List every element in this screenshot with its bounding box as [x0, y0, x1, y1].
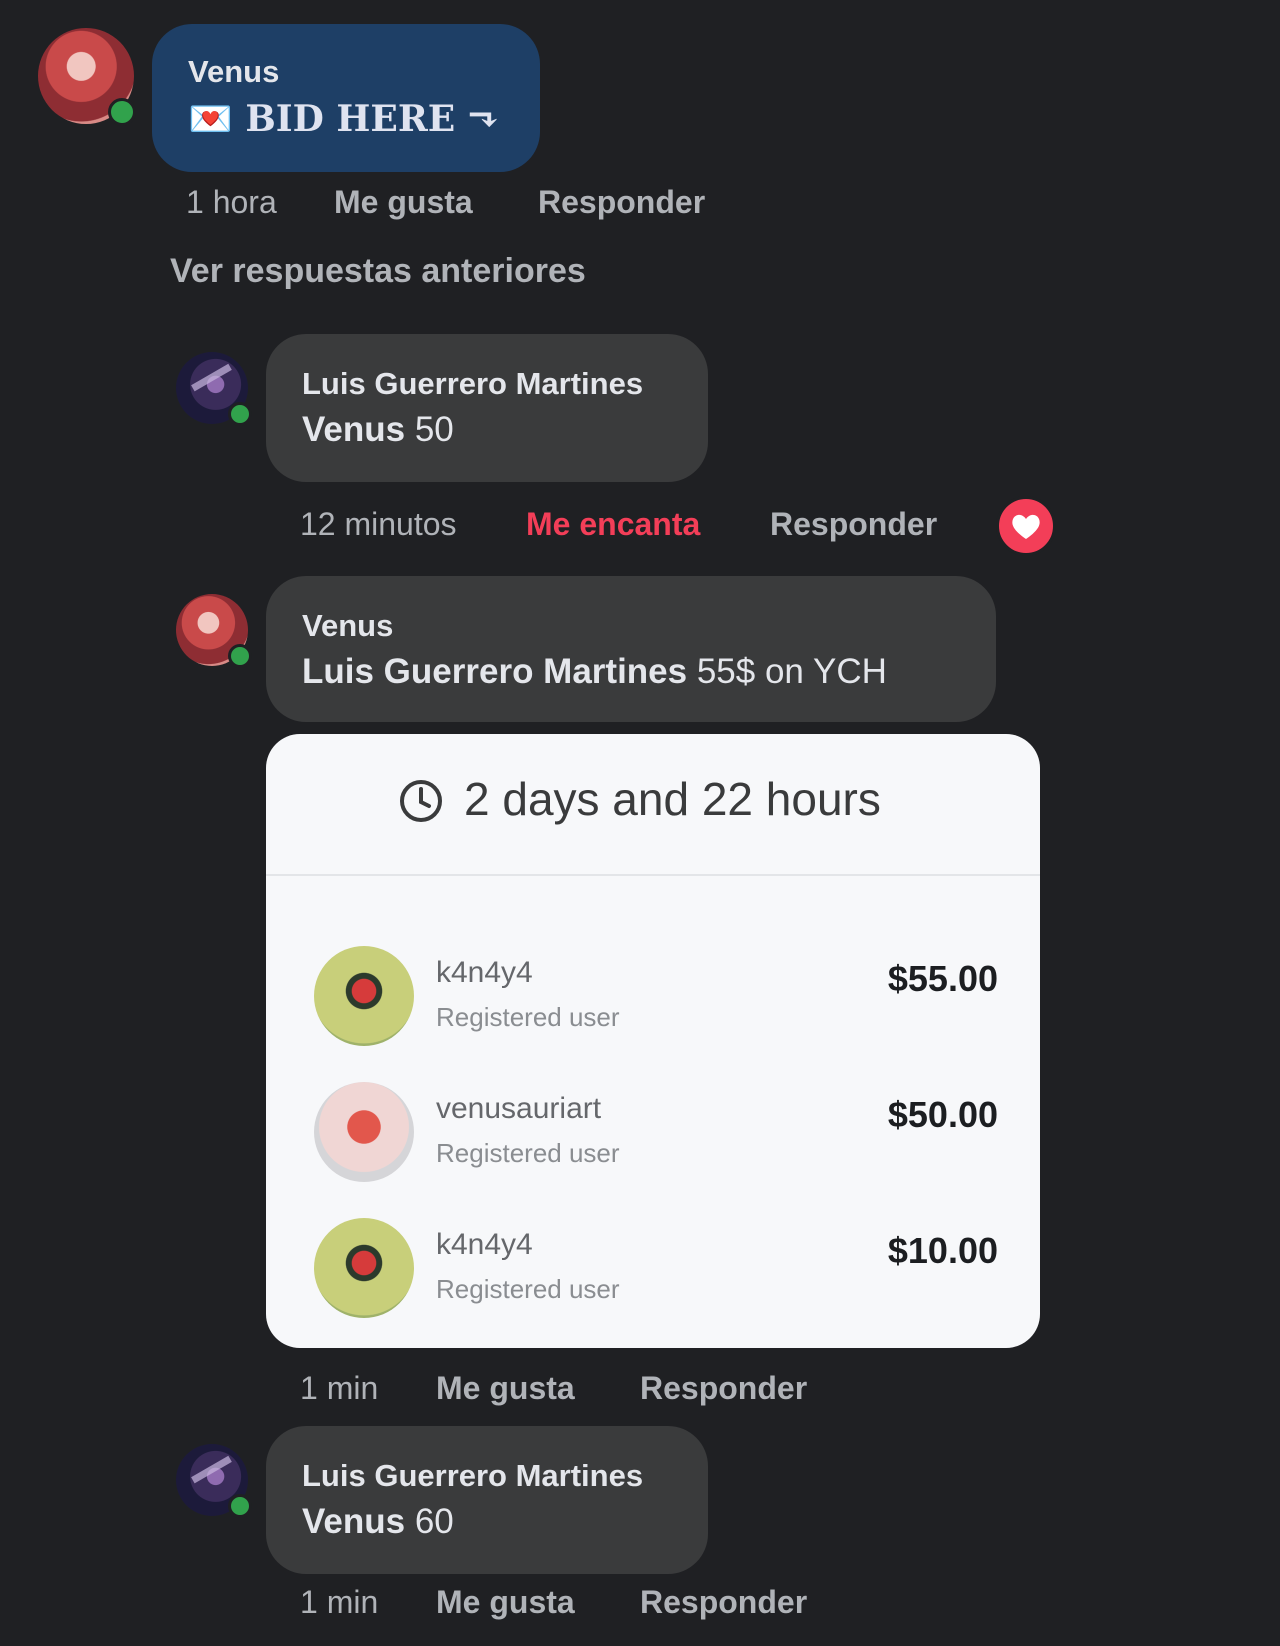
comment-actions-3: 1 min Me gusta Responder [300, 1370, 860, 1414]
comment-author[interactable]: Venus [188, 54, 279, 90]
online-indicator-icon [228, 644, 252, 668]
love-button[interactable]: Me encanta [526, 506, 700, 543]
comment-author[interactable]: Luis Guerrero Martines [302, 366, 643, 402]
comment-text: 50 [414, 410, 454, 449]
mention[interactable]: Venus [302, 410, 405, 449]
clock-icon [400, 780, 442, 822]
auction-card[interactable]: 2 days and 22 hours k4n4y4 Registered us… [266, 734, 1040, 1348]
bid-amount: $50.00 [887, 1094, 998, 1135]
comment-time[interactable]: 12 minutos [300, 506, 457, 543]
comment-time[interactable]: 1 hora [186, 184, 277, 221]
timer-text: 2 days and 22 hours [464, 773, 881, 825]
bid-amount: $55.00 [887, 958, 998, 999]
comment-actions-2: 12 minutos Me encanta Responder [300, 506, 1060, 550]
comment-bubble-2: Luis Guerrero Martines Venus 50 [266, 334, 708, 482]
bidder-role: Registered user [436, 1002, 620, 1032]
comment-bubble-3: Venus Luis Guerrero Martines 55$ on YCH [266, 576, 996, 722]
comment-time[interactable]: 1 min [300, 1584, 378, 1621]
auction-timer: 2 days and 22 hours [266, 734, 1040, 876]
comment-time[interactable]: 1 min [300, 1370, 378, 1407]
heart-icon [1012, 514, 1040, 539]
avatar-venus[interactable] [176, 594, 252, 668]
comment-author[interactable]: Venus [302, 608, 393, 644]
comment-text: 𝐁𝐈𝐃 𝐇𝐄𝐑𝐄 ⬎ [245, 98, 498, 140]
bidder-name[interactable]: k4n4y4 [436, 956, 533, 990]
comment-author[interactable]: Luis Guerrero Martines [302, 1458, 643, 1494]
mention[interactable]: Luis Guerrero Martines [302, 652, 687, 691]
envelope-heart-icon: 💌 [188, 99, 233, 140]
online-indicator-icon [108, 98, 136, 126]
avatar-venus[interactable] [38, 28, 136, 126]
reply-button[interactable]: Responder [640, 1370, 807, 1407]
bidder-name[interactable]: venusauriart [436, 1092, 601, 1126]
comment-bubble-4: Luis Guerrero Martines Venus 60 [266, 1426, 708, 1574]
reply-button[interactable]: Responder [640, 1584, 807, 1621]
like-button[interactable]: Me gusta [334, 184, 473, 221]
comment-body: Luis Guerrero Martines 55$ on YCH [302, 652, 887, 692]
online-indicator-icon [228, 402, 252, 426]
bid-amount: $10.00 [887, 1230, 998, 1271]
comment-body: Venus 50 [302, 410, 454, 450]
comment-actions-1: 1 hora Me gusta Responder [186, 184, 746, 224]
bidder-avatar [314, 1218, 414, 1318]
reply-button[interactable]: Responder [770, 506, 937, 543]
comment-body: Venus 60 [302, 1502, 454, 1542]
comment-text: 55$ on YCH [696, 652, 887, 691]
comment-actions-4: 1 min Me gusta Responder [300, 1584, 860, 1628]
avatar-luis[interactable] [176, 1444, 252, 1518]
like-button[interactable]: Me gusta [436, 1370, 575, 1407]
reply-button[interactable]: Responder [538, 184, 705, 221]
comment-text: 60 [414, 1502, 454, 1541]
bidder-role: Registered user [436, 1274, 620, 1304]
online-indicator-icon [228, 1494, 252, 1518]
comment-bubble-1: Venus 💌 𝐁𝐈𝐃 𝐇𝐄𝐑𝐄 ⬎ [152, 24, 540, 172]
view-previous-replies[interactable]: Ver respuestas anteriores [170, 252, 586, 291]
love-reaction-icon[interactable] [996, 496, 1056, 556]
like-button[interactable]: Me gusta [436, 1584, 575, 1621]
comment-body: 💌 𝐁𝐈𝐃 𝐇𝐄𝐑𝐄 ⬎ [188, 98, 498, 140]
mention[interactable]: Venus [302, 1502, 405, 1541]
bidder-avatar [314, 946, 414, 1046]
bidder-avatar [314, 1082, 414, 1182]
bidder-name[interactable]: k4n4y4 [436, 1228, 533, 1262]
bidder-role: Registered user [436, 1138, 620, 1168]
avatar-luis[interactable] [176, 352, 252, 426]
